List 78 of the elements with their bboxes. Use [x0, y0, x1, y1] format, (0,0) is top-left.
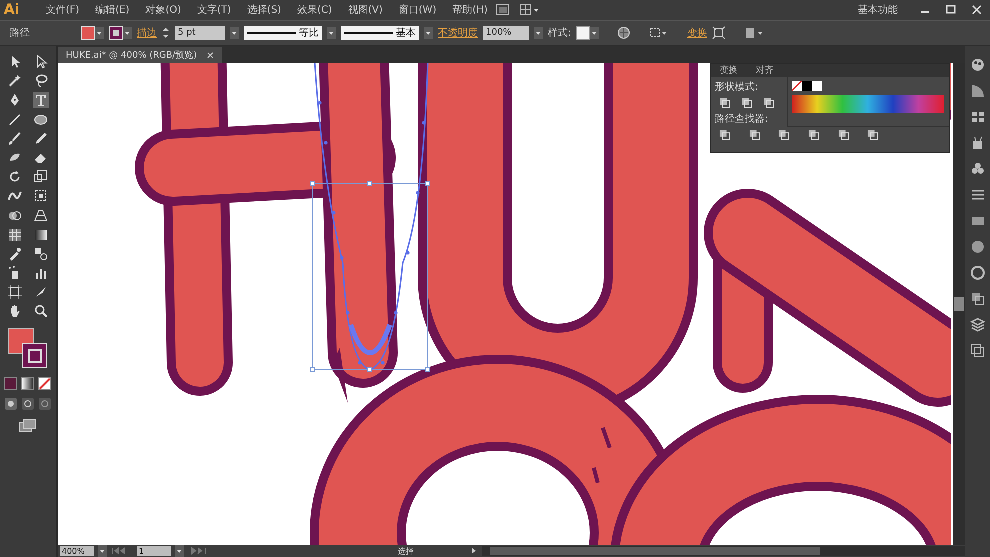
color-spectrum[interactable] — [792, 95, 944, 113]
fill-swatch-icon[interactable] — [81, 26, 95, 40]
profile-dropdown[interactable]: 等比 — [244, 26, 322, 40]
opacity-field[interactable]: 100% — [483, 26, 529, 40]
screen-mode-icon[interactable] — [19, 419, 37, 434]
menu-item[interactable]: 选择(S) — [239, 3, 290, 17]
panel-tab[interactable]: 变换 — [711, 64, 747, 77]
document-tab[interactable]: HUKE.ai* @ 400% (RGB/预览) — [58, 47, 222, 63]
caret-icon[interactable] — [327, 27, 336, 39]
appearance-icon[interactable] — [968, 264, 986, 282]
shape-mode-icon[interactable] — [719, 97, 731, 109]
caret-icon[interactable] — [590, 27, 600, 39]
app-logo: Ai — [3, 2, 21, 18]
path-selection-drawing[interactable] — [310, 63, 430, 372]
pathfinder-icon[interactable] — [719, 129, 731, 141]
section-title: 路径查找器: — [715, 112, 770, 126]
caret-icon[interactable] — [95, 27, 104, 39]
draw-normal-icon[interactable] — [4, 397, 18, 412]
caret-icon[interactable] — [175, 545, 184, 557]
style-label: 样式: — [548, 26, 572, 40]
menu-item[interactable]: 对象(O) — [138, 3, 190, 17]
pathfinder-icon[interactable] — [778, 129, 790, 141]
blend-icon[interactable] — [33, 246, 49, 262]
brush-icon[interactable] — [7, 130, 23, 147]
swatches-icon[interactable] — [792, 81, 822, 91]
scale-icon[interactable] — [33, 169, 49, 186]
transform-link[interactable]: 变换 — [687, 26, 708, 40]
style-swatch-icon[interactable] — [576, 26, 590, 40]
pathfinder-icon[interactable] — [748, 129, 760, 141]
panel-tab[interactable]: 对齐 — [747, 64, 783, 77]
shape-mode-icon[interactable] — [763, 97, 775, 109]
stroke-weight-field[interactable]: 5 pt — [175, 26, 225, 40]
draw-inside-icon[interactable] — [38, 397, 52, 412]
current-tool-label: 选择 — [398, 546, 414, 556]
type-icon[interactable] — [33, 92, 49, 108]
line-icon[interactable] — [7, 112, 23, 128]
selection-type-label: 路径 — [10, 27, 31, 40]
caret-icon[interactable] — [534, 27, 543, 39]
page-field[interactable]: 1 — [137, 546, 171, 556]
spinner-icon[interactable] — [162, 26, 170, 40]
none-mode-icon[interactable] — [38, 377, 52, 392]
shape-mode-icon[interactable] — [741, 97, 753, 109]
menu-item[interactable]: 文字(T) — [189, 3, 240, 17]
horizontal-scrollbar[interactable] — [482, 546, 965, 556]
free-transform-icon[interactable] — [33, 188, 49, 204]
menu-item[interactable]: 帮助(H) — [444, 3, 496, 17]
caret-icon[interactable] — [230, 27, 239, 39]
pathfinder-icon[interactable] — [808, 129, 820, 141]
perspective-grid-icon[interactable] — [33, 208, 49, 224]
menu-item[interactable]: 窗口(W) — [390, 3, 445, 17]
caret-icon[interactable] — [424, 27, 433, 39]
stroke-link[interactable]: 描边 — [137, 26, 157, 40]
gradient-mode-icon[interactable] — [21, 377, 35, 392]
menu-item[interactable]: 文件(F) — [38, 3, 88, 17]
artboard-icon[interactable] — [7, 284, 23, 300]
magic-wand-icon[interactable] — [7, 73, 23, 90]
pathfinder-icon[interactable] — [838, 129, 850, 141]
menu-item[interactable]: 编辑(E) — [88, 3, 138, 17]
vertical-scrollbar[interactable] — [953, 63, 965, 545]
section-title: 形状模式: — [715, 80, 760, 94]
pathfinder-icon[interactable] — [867, 129, 880, 141]
zoom-field[interactable]: 400% — [60, 546, 94, 556]
caret-icon[interactable] — [98, 545, 107, 557]
pencil-icon[interactable] — [33, 130, 49, 147]
caret-icon[interactable] — [123, 27, 132, 39]
workspace-switcher[interactable]: 基本功能 — [844, 3, 912, 17]
brush-dropdown[interactable]: 基本 — [341, 26, 419, 40]
mesh-icon[interactable] — [7, 226, 23, 243]
stroke-swatch-icon[interactable] — [109, 26, 123, 40]
close-icon[interactable] — [207, 52, 214, 58]
color-mode-icon[interactable] — [4, 377, 18, 392]
draw-behind-icon[interactable] — [21, 397, 35, 412]
zoom-icon[interactable] — [33, 303, 49, 320]
artboards-icon[interactable] — [968, 342, 986, 360]
menu-item[interactable]: 视图(V) — [340, 3, 391, 17]
opacity-link[interactable]: 不透明度 — [438, 26, 478, 40]
layers-icon[interactable] — [968, 316, 986, 334]
menu-item[interactable]: 效果(C) — [289, 3, 340, 17]
